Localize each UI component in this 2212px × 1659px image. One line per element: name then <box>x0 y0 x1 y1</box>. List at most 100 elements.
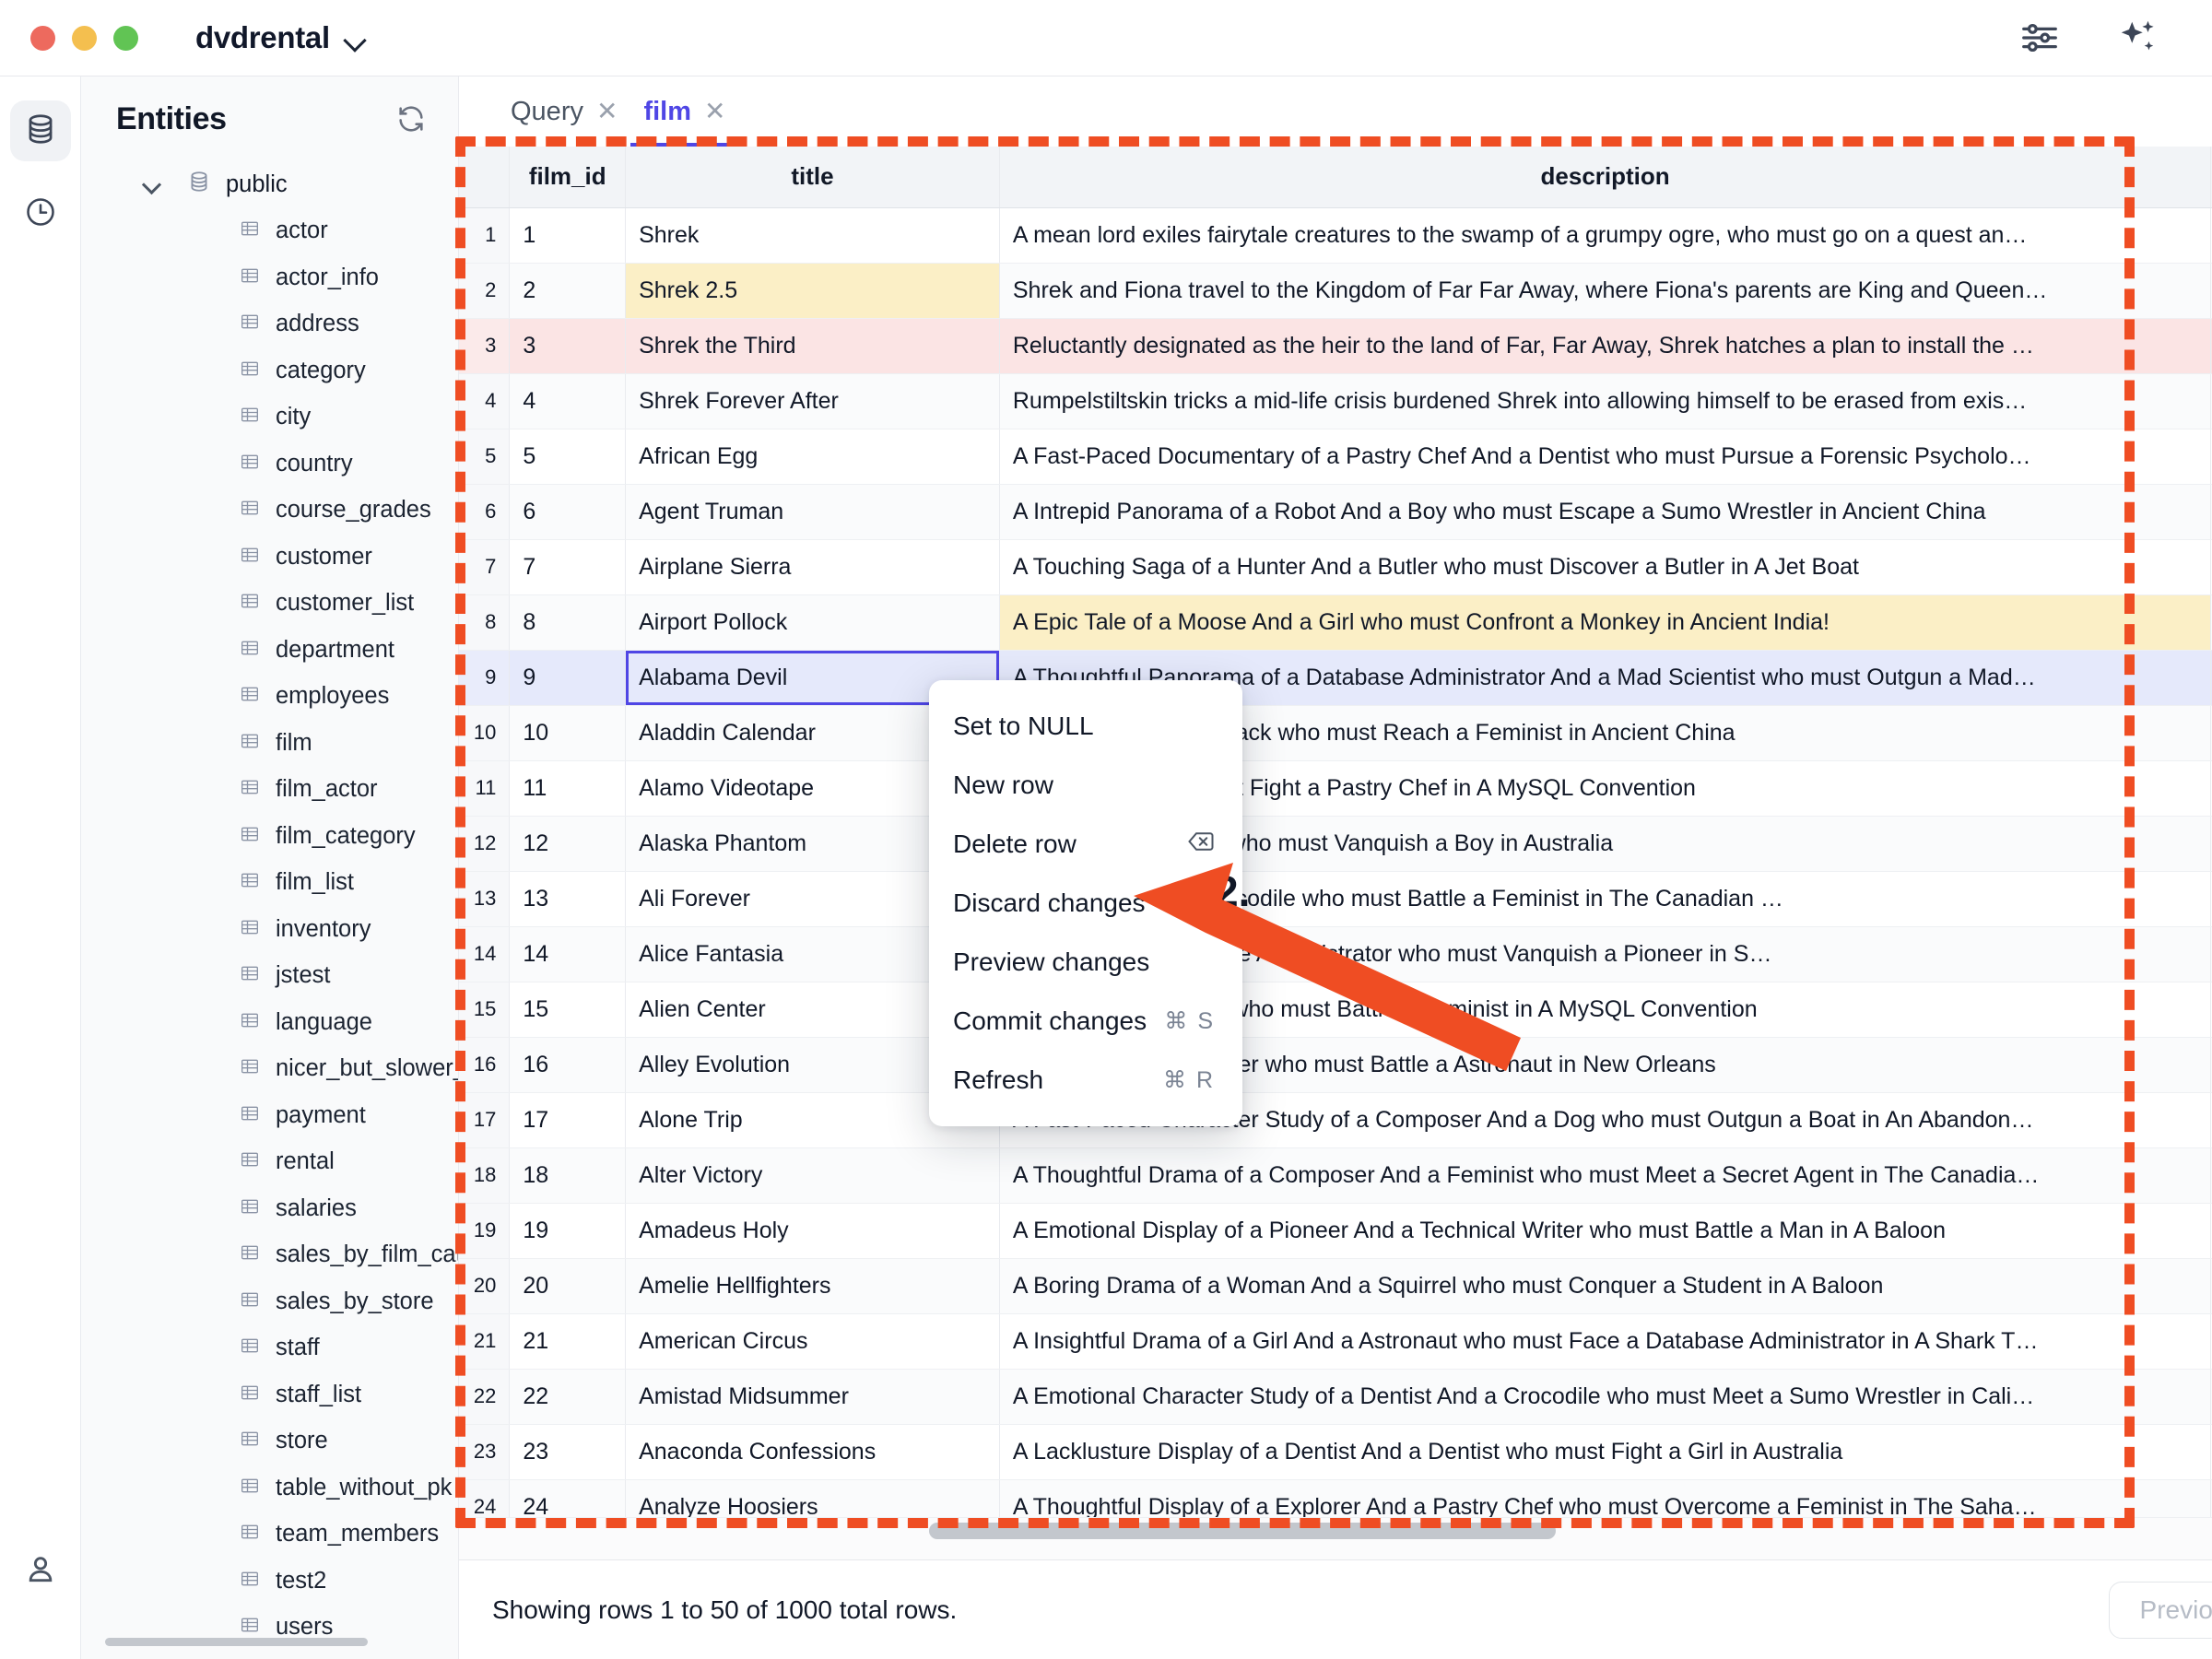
tree-table-store[interactable]: store <box>81 1418 458 1465</box>
cell-film_id[interactable]: 13 <box>509 871 627 927</box>
cell-title[interactable]: Agent Truman <box>625 484 1000 540</box>
cell-description[interactable]: A Thoughtful Drama of a Composer And a F… <box>999 1147 2212 1204</box>
tree-table-course_grades[interactable]: course_grades <box>81 488 458 535</box>
table-row[interactable]: 9 9 Alabama Devil A Thoughtful Panorama of … <box>459 650 2212 706</box>
cell-title[interactable]: American Circus <box>625 1313 1000 1370</box>
tree-table-customer[interactable]: customer <box>81 534 458 581</box>
tree-table-employees[interactable]: employees <box>81 674 458 721</box>
tree-table-staff_list[interactable]: staff_list <box>81 1371 458 1418</box>
table-row[interactable]: 21 21 American Circus A Insightful Drama of… <box>459 1313 2212 1370</box>
menu-item-set-to-null[interactable]: Set to NULL <box>929 697 1242 756</box>
close-window-button[interactable] <box>30 25 55 51</box>
table-row[interactable]: 17 17 Alone Trip A Fast-Paced Character Stu… <box>459 1092 2212 1148</box>
cell-description[interactable]: A mean lord exiles fairytale creatures t… <box>999 207 2212 264</box>
column-header-film_id[interactable]: film_id <box>509 147 627 208</box>
cell-description[interactable]: Rumpelstiltskin tricks a mid-life crisis… <box>999 373 2212 429</box>
close-icon[interactable]: ✕ <box>596 99 618 124</box>
column-header-title[interactable]: title <box>625 147 1000 208</box>
cell-title[interactable]: Alter Victory <box>625 1147 1000 1204</box>
cell-film_id[interactable]: 22 <box>509 1369 627 1425</box>
cell-film_id[interactable]: 4 <box>509 373 627 429</box>
tree-table-team_members[interactable]: team_members <box>81 1512 458 1559</box>
cell-description[interactable]: A Emotional Character Study of a Dentist… <box>999 1369 2212 1425</box>
cell-film_id[interactable]: 20 <box>509 1258 627 1314</box>
tree-table-department[interactable]: department <box>81 627 458 674</box>
table-row[interactable]: 6 6 Agent Truman A Intrepid Panorama of a R… <box>459 484 2212 540</box>
sidebar-horizontal-scrollbar[interactable] <box>105 1638 458 1646</box>
tree-table-country[interactable]: country <box>81 441 458 488</box>
tree-table-film_actor[interactable]: film_actor <box>81 767 458 814</box>
cell-title[interactable]: Shrek Forever After <box>625 373 1000 429</box>
cell-film_id[interactable]: 7 <box>509 539 627 595</box>
cell-film_id[interactable]: 10 <box>509 705 627 761</box>
cell-film_id[interactable]: 3 <box>509 318 627 374</box>
cell-film_id[interactable]: 14 <box>509 926 627 982</box>
cell-film_id[interactable]: 16 <box>509 1037 627 1093</box>
cell-description[interactable]: A Emotional Display of a Pioneer And a T… <box>999 1203 2212 1259</box>
table-row[interactable]: 2 2 Shrek 2.5 Shrek and Fiona travel to the… <box>459 263 2212 319</box>
cell-description[interactable]: A Touching Saga of a Hunter And a Butler… <box>999 539 2212 595</box>
zoom-window-button[interactable] <box>113 25 138 51</box>
tree-table-actor[interactable]: actor <box>81 208 458 255</box>
tree-table-actor_info[interactable]: actor_info <box>81 254 458 301</box>
table-row[interactable]: 3 3 Shrek the Third Reluctantly designated … <box>459 318 2212 374</box>
column-header-description[interactable]: description <box>999 147 2212 208</box>
cell-description[interactable]: Shrek and Fiona travel to the Kingdom of… <box>999 263 2212 319</box>
tree-table-sales_by_store[interactable]: sales_by_store <box>81 1278 458 1325</box>
tree-table-language[interactable]: language <box>81 999 458 1046</box>
cell-description[interactable]: A Insightful Drama of a Girl And a Astro… <box>999 1313 2212 1370</box>
menu-item-new-row[interactable]: New row <box>929 756 1242 815</box>
minimize-window-button[interactable] <box>72 25 97 51</box>
table-row[interactable]: 11 11 Alamo Videotape …And a Cat who must F… <box>459 760 2212 817</box>
entity-tree[interactable]: public actor actor_info address category city… <box>81 161 458 1651</box>
database-selector[interactable]: dvdrental <box>195 20 367 55</box>
cell-film_id[interactable]: 18 <box>509 1147 627 1204</box>
cell-film_id[interactable]: 2 <box>509 263 627 319</box>
tree-table-inventory[interactable]: inventory <box>81 906 458 953</box>
tab-film[interactable]: film ✕ <box>630 76 738 147</box>
table-row[interactable]: 7 7 Airplane Sierra A Touching Saga of a Hu… <box>459 539 2212 595</box>
cell-description[interactable]: A Fast-Paced Documentary of a Pastry Che… <box>999 429 2212 485</box>
table-row[interactable]: 22 22 Amistad Midsummer A Emotional Charact… <box>459 1369 2212 1425</box>
grid-horizontal-scrollbar[interactable] <box>929 1523 1556 1539</box>
cell-film_id[interactable]: 8 <box>509 594 627 651</box>
results-grid[interactable]: film_id title description release_year 1… <box>459 147 2212 1535</box>
cell-film_id[interactable]: 17 <box>509 1092 627 1148</box>
cell-film_id[interactable]: 15 <box>509 982 627 1038</box>
table-row[interactable]: 4 4 Shrek Forever After Rumpelstiltskin tri… <box>459 373 2212 429</box>
cell-title[interactable]: Amadeus Holy <box>625 1203 1000 1259</box>
cell-description[interactable]: Reluctantly designated as the heir to th… <box>999 318 2212 374</box>
cell-description[interactable]: A Intrepid Panorama of a Robot And a Boy… <box>999 484 2212 540</box>
table-row[interactable]: 18 18 Alter Victory A Thoughtful Drama of a… <box>459 1147 2212 1204</box>
cell-title[interactable]: Airport Pollock <box>625 594 1000 651</box>
cell-title[interactable]: Shrek the Third <box>625 318 1000 374</box>
tree-table-customer_list[interactable]: customer_list <box>81 581 458 628</box>
settings-sliders-icon[interactable] <box>2018 17 2061 59</box>
tree-table-jstest[interactable]: jstest <box>81 953 458 1000</box>
table-row[interactable]: 1 1 Shrek A mean lord exiles fairytale crea… <box>459 207 2212 264</box>
cell-film_id[interactable]: 6 <box>509 484 627 540</box>
tree-table-nicer_but_slower_film[interactable]: nicer_but_slower_film <box>81 1046 458 1093</box>
cell-film_id[interactable]: 11 <box>509 760 627 817</box>
tree-table-category[interactable]: category <box>81 347 458 394</box>
tree-table-film_list[interactable]: film_list <box>81 860 458 907</box>
cell-title[interactable]: Amelie Hellfighters <box>625 1258 1000 1314</box>
cell-description[interactable]: A Epic Tale of a Moose And a Girl who mu… <box>999 594 2212 651</box>
table-row[interactable]: 19 19 Amadeus Holy A Emotional Display of a… <box>459 1203 2212 1259</box>
cell-film_id[interactable]: 23 <box>509 1424 627 1480</box>
tree-table-table_without_pk[interactable]: table_without_pk <box>81 1465 458 1512</box>
tree-table-staff[interactable]: staff <box>81 1325 458 1372</box>
cell-film_id[interactable]: 19 <box>509 1203 627 1259</box>
table-row[interactable]: 23 23 Anaconda Confessions A Lacklusture Di… <box>459 1424 2212 1480</box>
cell-film_id[interactable]: 9 <box>509 650 627 706</box>
table-row[interactable]: 20 20 Amelie Hellfighters A Boring Drama of… <box>459 1258 2212 1314</box>
refresh-icon[interactable] <box>395 103 427 135</box>
chevron-down-icon[interactable] <box>145 180 163 190</box>
tree-table-rental[interactable]: rental <box>81 1139 458 1186</box>
cell-film_id[interactable]: 12 <box>509 816 627 872</box>
cell-title[interactable]: African Egg <box>625 429 1000 485</box>
close-icon[interactable]: ✕ <box>704 99 725 124</box>
table-row[interactable]: 8 8 Airport Pollock A Epic Tale of a Moose … <box>459 594 2212 651</box>
cell-title[interactable]: Shrek 2.5 <box>625 263 1000 319</box>
cell-film_id[interactable]: 21 <box>509 1313 627 1370</box>
